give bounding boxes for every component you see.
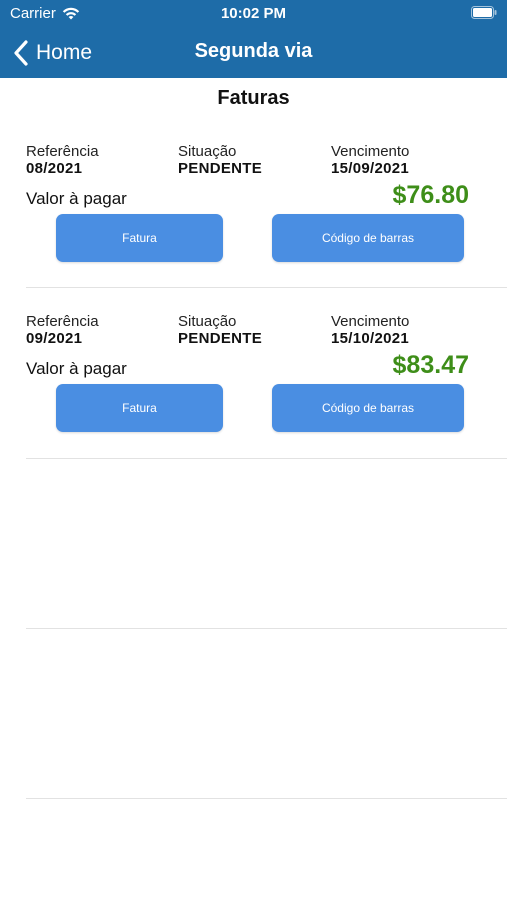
status-time: 10:02 PM [220, 5, 287, 22]
row-divider [26, 458, 507, 459]
situacao-column: Situação PENDENTE [178, 313, 262, 347]
situacao-value: PENDENTE [178, 160, 263, 177]
row-divider [26, 798, 507, 799]
vencimento-label: Vencimento [331, 313, 410, 330]
battery-icon [471, 6, 497, 19]
situacao-value: PENDENTE [178, 330, 263, 347]
vencimento-value: 15/09/2021 [331, 160, 410, 177]
referencia-column: Referência 08/2021 [26, 143, 99, 177]
nav-bar: Home Segunda via [0, 30, 507, 74]
referencia-label: Referência [26, 143, 99, 160]
amount-value: $76.80 [392, 181, 469, 209]
row-divider [26, 628, 507, 629]
codigo-de-barras-button[interactable]: Código de barras [272, 384, 464, 432]
situacao-column: Situação PENDENTE [178, 143, 262, 177]
referencia-column: Referência 09/2021 [26, 313, 99, 347]
status-bar: Carrier 10:02 PM [0, 0, 507, 28]
situacao-label: Situação [178, 143, 237, 160]
page-title: Faturas [217, 87, 290, 109]
amount-label: Valor à pagar [26, 189, 127, 208]
vencimento-value: 15/10/2021 [331, 330, 410, 347]
amount-label: Valor à pagar [26, 359, 127, 378]
situacao-label: Situação [178, 313, 237, 330]
nav-title: Segunda via [194, 40, 313, 62]
referencia-value: 09/2021 [26, 330, 83, 347]
row-divider [26, 287, 507, 288]
referencia-label: Referência [26, 313, 99, 330]
vencimento-column: Vencimento 15/09/2021 [331, 143, 409, 177]
referencia-value: 08/2021 [26, 160, 83, 177]
vencimento-column: Vencimento 15/10/2021 [331, 313, 409, 347]
amount-value: $83.47 [392, 351, 469, 379]
app-header: Carrier 10:02 PM Home Segunda via [0, 0, 507, 78]
codigo-de-barras-button[interactable]: Código de barras [272, 214, 464, 262]
fatura-button[interactable]: Fatura [56, 214, 223, 262]
vencimento-label: Vencimento [331, 143, 410, 160]
fatura-button[interactable]: Fatura [56, 384, 223, 432]
